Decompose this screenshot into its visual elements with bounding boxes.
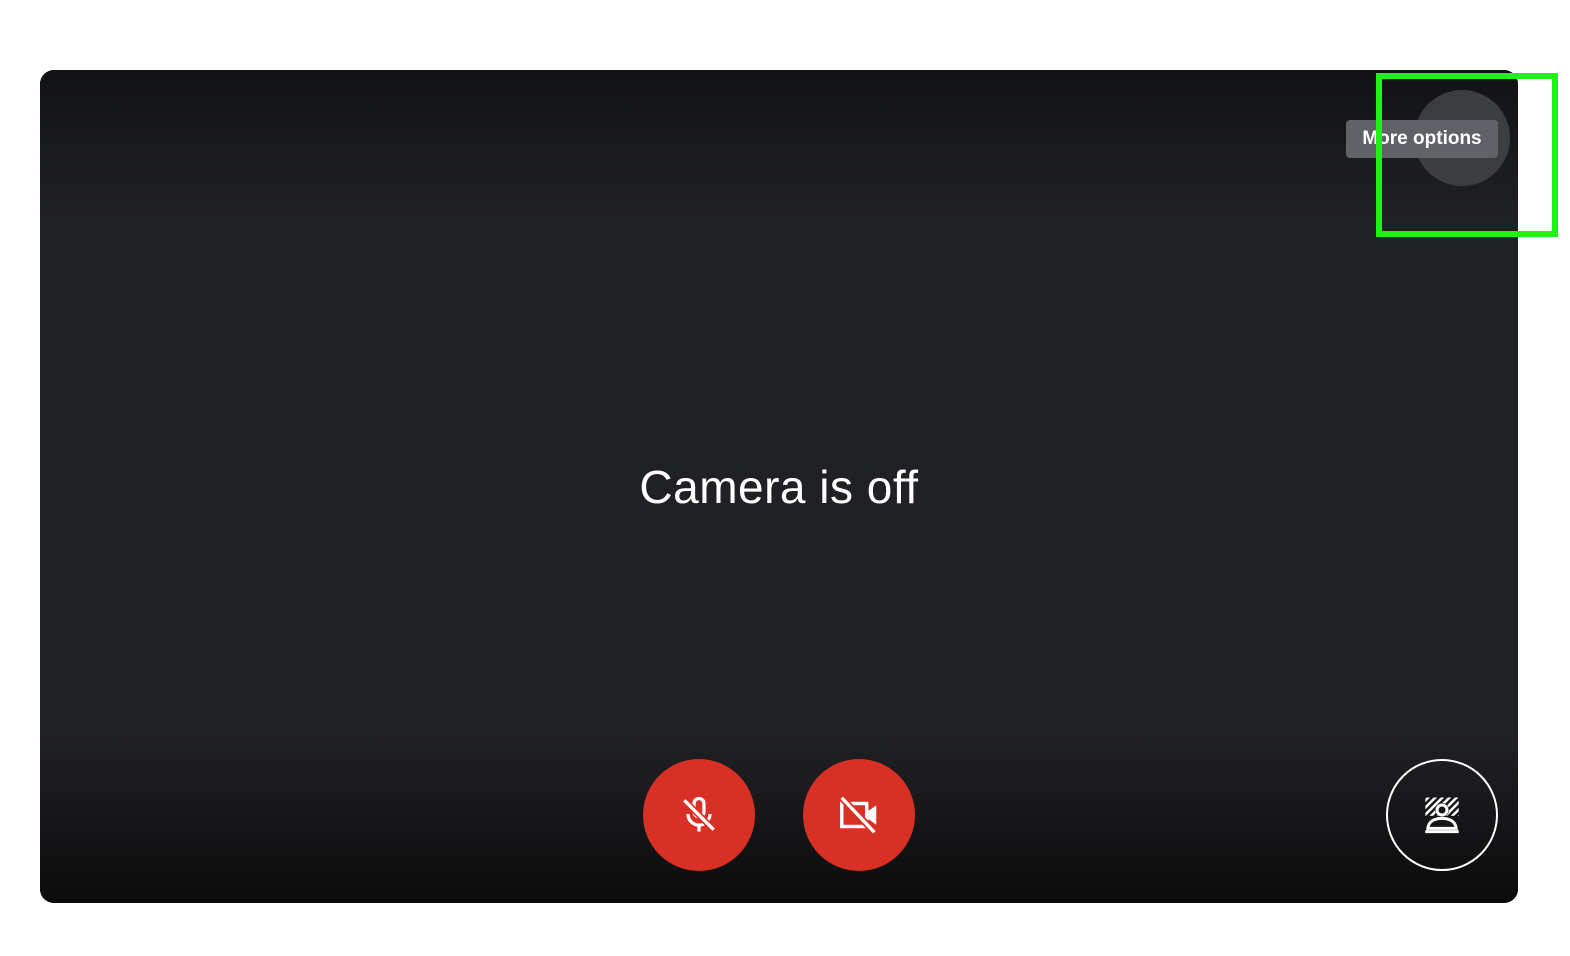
bottom-gradient <box>40 733 1518 903</box>
videocam-off-icon <box>836 792 882 838</box>
visual-effects-icon <box>1422 795 1462 835</box>
more-options-tooltip: More options <box>1346 120 1498 158</box>
visual-effects-button[interactable] <box>1386 759 1498 871</box>
microphone-toggle-button[interactable] <box>643 759 755 871</box>
video-preview: Camera is off <box>40 70 1518 903</box>
top-gradient <box>40 70 1518 220</box>
camera-toggle-button[interactable] <box>803 759 915 871</box>
mic-off-icon <box>677 793 721 837</box>
camera-status-text: Camera is off <box>639 461 919 513</box>
